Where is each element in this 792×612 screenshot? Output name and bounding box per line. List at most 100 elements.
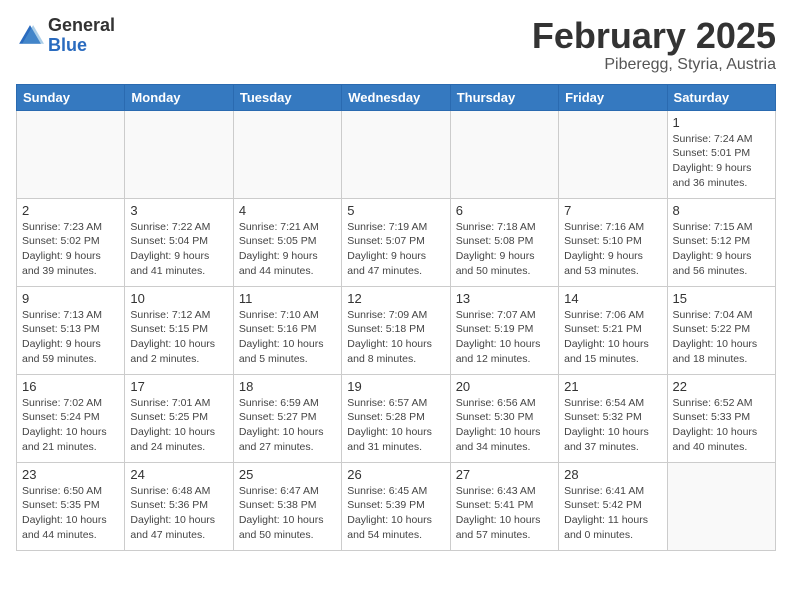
- day-number: 17: [130, 379, 227, 394]
- col-thursday: Thursday: [450, 84, 558, 110]
- calendar-day-cell: 6 Sunrise: 7:18 AM Sunset: 5:08 PM Daylig…: [450, 198, 558, 286]
- day-number: 27: [456, 467, 553, 482]
- day-info: Sunrise: 7:09 AM Sunset: 5:18 PM Dayligh…: [347, 308, 444, 367]
- logo: General Blue: [16, 16, 115, 56]
- day-number: 26: [347, 467, 444, 482]
- day-number: 11: [239, 291, 336, 306]
- col-friday: Friday: [559, 84, 667, 110]
- day-number: 21: [564, 379, 661, 394]
- calendar-day-cell: 14 Sunrise: 7:06 AM Sunset: 5:21 PM Dayli…: [559, 286, 667, 374]
- day-number: 19: [347, 379, 444, 394]
- calendar-week-row: 23 Sunrise: 6:50 AM Sunset: 5:35 PM Dayli…: [17, 462, 776, 550]
- day-info: Sunrise: 7:06 AM Sunset: 5:21 PM Dayligh…: [564, 308, 661, 367]
- col-tuesday: Tuesday: [233, 84, 341, 110]
- logo-blue-text: Blue: [48, 35, 87, 55]
- calendar-week-row: 1Sunrise: 7:24 AM Sunset: 5:01 PM Daylig…: [17, 110, 776, 198]
- title-block: February 2025 Piberegg, Styria, Austria: [532, 16, 776, 74]
- calendar-day-cell: 22Sunrise: 6:52 AM Sunset: 5:33 PM Dayli…: [667, 374, 775, 462]
- calendar-day-cell: 20 Sunrise: 6:56 AM Sunset: 5:30 PM Dayli…: [450, 374, 558, 462]
- day-info: Sunrise: 7:23 AM Sunset: 5:02 PM Dayligh…: [22, 220, 119, 279]
- day-number: 18: [239, 379, 336, 394]
- calendar-day-cell: 9 Sunrise: 7:13 AM Sunset: 5:13 PM Daylig…: [17, 286, 125, 374]
- calendar-day-cell: 26 Sunrise: 6:45 AM Sunset: 5:39 PM Dayli…: [342, 462, 450, 550]
- day-info: Sunrise: 7:04 AM Sunset: 5:22 PM Dayligh…: [673, 308, 770, 367]
- day-info: Sunrise: 7:22 AM Sunset: 5:04 PM Dayligh…: [130, 220, 227, 279]
- calendar-day-cell: 10 Sunrise: 7:12 AM Sunset: 5:15 PM Dayli…: [125, 286, 233, 374]
- day-info: Sunrise: 6:43 AM Sunset: 5:41 PM Dayligh…: [456, 484, 553, 543]
- day-info: Sunrise: 6:56 AM Sunset: 5:30 PM Dayligh…: [456, 396, 553, 455]
- logo-general-text: General: [48, 15, 115, 35]
- col-wednesday: Wednesday: [342, 84, 450, 110]
- day-info: Sunrise: 6:54 AM Sunset: 5:32 PM Dayligh…: [564, 396, 661, 455]
- day-number: 12: [347, 291, 444, 306]
- day-number: 2: [22, 203, 119, 218]
- calendar-day-cell: 3 Sunrise: 7:22 AM Sunset: 5:04 PM Daylig…: [125, 198, 233, 286]
- calendar-day-cell: [125, 110, 233, 198]
- day-info: Sunrise: 6:50 AM Sunset: 5:35 PM Dayligh…: [22, 484, 119, 543]
- day-number: 3: [130, 203, 227, 218]
- calendar-week-row: 2 Sunrise: 7:23 AM Sunset: 5:02 PM Daylig…: [17, 198, 776, 286]
- day-number: 9: [22, 291, 119, 306]
- day-number: 8: [673, 203, 770, 218]
- calendar-day-cell: 23 Sunrise: 6:50 AM Sunset: 5:35 PM Dayli…: [17, 462, 125, 550]
- day-number: 14: [564, 291, 661, 306]
- calendar-day-cell: 28 Sunrise: 6:41 AM Sunset: 5:42 PM Dayli…: [559, 462, 667, 550]
- calendar-day-cell: 17 Sunrise: 7:01 AM Sunset: 5:25 PM Dayli…: [125, 374, 233, 462]
- location-subtitle: Piberegg, Styria, Austria: [532, 56, 776, 74]
- calendar-day-cell: 18 Sunrise: 6:59 AM Sunset: 5:27 PM Dayli…: [233, 374, 341, 462]
- calendar-day-cell: [450, 110, 558, 198]
- day-number: 6: [456, 203, 553, 218]
- day-info: Sunrise: 7:24 AM Sunset: 5:01 PM Dayligh…: [673, 132, 770, 191]
- calendar-week-row: 9 Sunrise: 7:13 AM Sunset: 5:13 PM Daylig…: [17, 286, 776, 374]
- day-info: Sunrise: 7:18 AM Sunset: 5:08 PM Dayligh…: [456, 220, 553, 279]
- calendar-day-cell: [559, 110, 667, 198]
- calendar-day-cell: 8Sunrise: 7:15 AM Sunset: 5:12 PM Daylig…: [667, 198, 775, 286]
- day-info: Sunrise: 6:48 AM Sunset: 5:36 PM Dayligh…: [130, 484, 227, 543]
- calendar-day-cell: 25 Sunrise: 6:47 AM Sunset: 5:38 PM Dayli…: [233, 462, 341, 550]
- calendar-day-cell: 5 Sunrise: 7:19 AM Sunset: 5:07 PM Daylig…: [342, 198, 450, 286]
- day-info: Sunrise: 6:59 AM Sunset: 5:27 PM Dayligh…: [239, 396, 336, 455]
- calendar-day-cell: 2 Sunrise: 7:23 AM Sunset: 5:02 PM Daylig…: [17, 198, 125, 286]
- day-info: Sunrise: 7:02 AM Sunset: 5:24 PM Dayligh…: [22, 396, 119, 455]
- day-number: 28: [564, 467, 661, 482]
- day-number: 4: [239, 203, 336, 218]
- logo-icon: [16, 22, 44, 50]
- calendar-day-cell: 16 Sunrise: 7:02 AM Sunset: 5:24 PM Dayli…: [17, 374, 125, 462]
- calendar-table: Sunday Monday Tuesday Wednesday Thursday…: [16, 84, 776, 551]
- calendar-day-cell: 7Sunrise: 7:16 AM Sunset: 5:10 PM Daylig…: [559, 198, 667, 286]
- day-number: 23: [22, 467, 119, 482]
- day-info: Sunrise: 7:19 AM Sunset: 5:07 PM Dayligh…: [347, 220, 444, 279]
- calendar-day-cell: 11 Sunrise: 7:10 AM Sunset: 5:16 PM Dayli…: [233, 286, 341, 374]
- day-info: Sunrise: 6:57 AM Sunset: 5:28 PM Dayligh…: [347, 396, 444, 455]
- calendar-day-cell: 21 Sunrise: 6:54 AM Sunset: 5:32 PM Dayli…: [559, 374, 667, 462]
- day-info: Sunrise: 7:16 AM Sunset: 5:10 PM Dayligh…: [564, 220, 661, 279]
- calendar-week-row: 16 Sunrise: 7:02 AM Sunset: 5:24 PM Dayli…: [17, 374, 776, 462]
- day-info: Sunrise: 6:47 AM Sunset: 5:38 PM Dayligh…: [239, 484, 336, 543]
- day-info: Sunrise: 7:12 AM Sunset: 5:15 PM Dayligh…: [130, 308, 227, 367]
- day-number: 20: [456, 379, 553, 394]
- month-year-title: February 2025: [532, 16, 776, 56]
- day-info: Sunrise: 6:52 AM Sunset: 5:33 PM Dayligh…: [673, 396, 770, 455]
- day-number: 24: [130, 467, 227, 482]
- day-number: 13: [456, 291, 553, 306]
- day-number: 16: [22, 379, 119, 394]
- page-header: General Blue February 2025 Piberegg, Sty…: [16, 16, 776, 74]
- day-info: Sunrise: 6:41 AM Sunset: 5:42 PM Dayligh…: [564, 484, 661, 543]
- day-number: 25: [239, 467, 336, 482]
- calendar-day-cell: 24 Sunrise: 6:48 AM Sunset: 5:36 PM Dayli…: [125, 462, 233, 550]
- calendar-day-cell: 15Sunrise: 7:04 AM Sunset: 5:22 PM Dayli…: [667, 286, 775, 374]
- calendar-day-cell: [667, 462, 775, 550]
- day-number: 5: [347, 203, 444, 218]
- day-info: Sunrise: 6:45 AM Sunset: 5:39 PM Dayligh…: [347, 484, 444, 543]
- day-info: Sunrise: 7:07 AM Sunset: 5:19 PM Dayligh…: [456, 308, 553, 367]
- day-number: 10: [130, 291, 227, 306]
- col-saturday: Saturday: [667, 84, 775, 110]
- day-info: Sunrise: 7:01 AM Sunset: 5:25 PM Dayligh…: [130, 396, 227, 455]
- calendar-day-cell: 19 Sunrise: 6:57 AM Sunset: 5:28 PM Dayli…: [342, 374, 450, 462]
- day-info: Sunrise: 7:10 AM Sunset: 5:16 PM Dayligh…: [239, 308, 336, 367]
- day-info: Sunrise: 7:13 AM Sunset: 5:13 PM Dayligh…: [22, 308, 119, 367]
- calendar-day-cell: 1Sunrise: 7:24 AM Sunset: 5:01 PM Daylig…: [667, 110, 775, 198]
- calendar-day-cell: [342, 110, 450, 198]
- calendar-day-cell: [17, 110, 125, 198]
- calendar-day-cell: 4Sunrise: 7:21 AM Sunset: 5:05 PM Daylig…: [233, 198, 341, 286]
